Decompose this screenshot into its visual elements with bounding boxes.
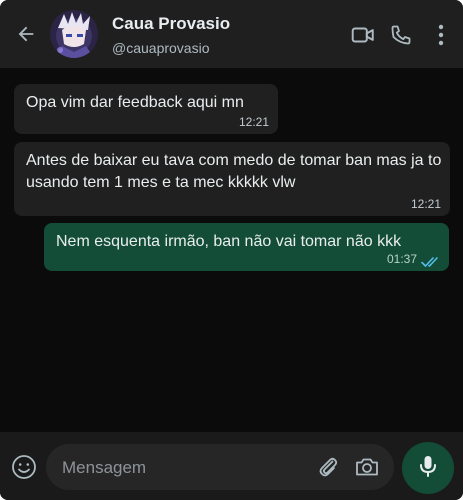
microphone-icon xyxy=(417,454,439,483)
message-list[interactable]: Opa vim dar feedback aqui mn 12:21 Antes… xyxy=(0,68,463,432)
paperclip-icon[interactable] xyxy=(316,455,340,479)
contact-handle: @cauaprovasio xyxy=(112,40,210,56)
message-text: Antes de baixar eu tava com medo de toma… xyxy=(26,152,442,191)
chat-window: Caua Provasio @cauaprovasio Opa vim dar … xyxy=(0,0,463,500)
microphone-button[interactable] xyxy=(402,442,454,494)
more-vertical-icon[interactable] xyxy=(428,22,454,48)
message-time: 12:21 xyxy=(238,115,269,129)
double-check-icon xyxy=(421,253,441,267)
message-text: Opa vim dar feedback aqui mn xyxy=(26,94,244,111)
message-time: 01:37 xyxy=(386,252,417,266)
camera-icon[interactable] xyxy=(354,455,380,479)
message-input-placeholder: Mensagem xyxy=(62,458,147,477)
phone-icon[interactable] xyxy=(388,22,414,48)
contact-name[interactable]: Caua Provasio xyxy=(112,14,230,34)
message-incoming[interactable]: Opa vim dar feedback aqui mn 12:21 xyxy=(14,84,278,134)
message-text: Nem esquenta irmão, ban não vai tomar nã… xyxy=(56,233,402,250)
message-outgoing[interactable]: Nem esquenta irmão, ban não vai tomar nã… xyxy=(44,223,449,271)
chat-header: Caua Provasio @cauaprovasio xyxy=(0,0,463,68)
composer-bar: Mensagem xyxy=(0,432,463,500)
avatar[interactable] xyxy=(50,10,98,58)
message-incoming[interactable]: Antes de baixar eu tava com medo de toma… xyxy=(14,142,450,216)
message-time: 12:21 xyxy=(410,197,441,211)
emoji-icon[interactable] xyxy=(10,453,38,481)
message-input[interactable]: Mensagem xyxy=(46,444,394,490)
back-arrow-icon[interactable] xyxy=(14,22,38,46)
video-call-icon[interactable] xyxy=(350,22,376,48)
